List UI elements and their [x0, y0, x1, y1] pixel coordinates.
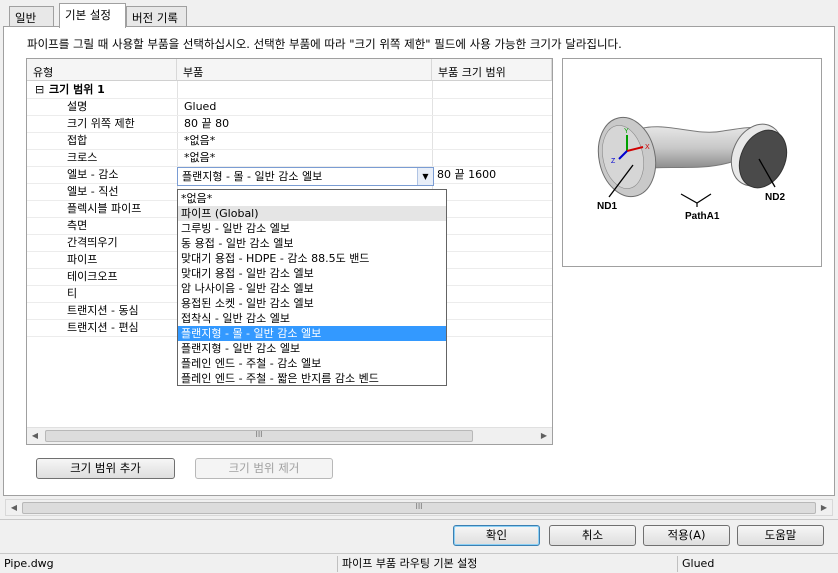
tab-basic-settings[interactable]: 기본 설정: [59, 3, 126, 28]
dropdown-option[interactable]: 플랜지형 - 몰 - 일반 감소 엘보: [178, 326, 446, 341]
table-row[interactable]: 크기 위쪽 제한 80 끝 80: [27, 116, 552, 133]
combobox-value: 플랜지형 - 몰 - 일반 감소 엘보: [182, 170, 323, 183]
row-range: [437, 252, 547, 268]
row-range: [437, 269, 547, 285]
path-label: PathA1: [685, 211, 720, 222]
ok-button[interactable]: 확인: [453, 525, 540, 546]
row-type: 트랜지션 - 동심: [67, 304, 139, 317]
row-range: [437, 286, 547, 302]
row-type: 접합: [67, 134, 88, 147]
dropdown-option[interactable]: 맞대기 용접 - 일반 감소 엘보: [178, 266, 446, 281]
row-type: 트랜지션 - 편심: [67, 321, 139, 334]
add-range-button[interactable]: 크기 범위 추가: [36, 458, 175, 479]
z-axis-label: Z: [611, 158, 616, 165]
dropdown-arrow-icon[interactable]: ▼: [417, 168, 433, 185]
row-type: 크로스: [67, 151, 98, 164]
part-preview-image: X Y Z ND1 ND2 PathA1: [562, 58, 822, 267]
tab-version-history[interactable]: 버전 기록: [126, 6, 187, 27]
row-type: 티: [67, 287, 78, 300]
row-range: [437, 201, 547, 217]
scroll-right-icon[interactable]: ▶: [536, 428, 552, 444]
dropdown-option[interactable]: 동 용접 - 일반 감소 엘보: [178, 236, 446, 251]
group-label: 크기 범위 1: [49, 83, 105, 96]
scroll-left-icon[interactable]: ◀: [27, 428, 43, 444]
row-part[interactable]: 80 끝 80: [184, 116, 424, 132]
status-value: Glued: [682, 557, 715, 570]
table-row[interactable]: 접합 *없음*: [27, 133, 552, 150]
dropdown-option[interactable]: *없음*: [178, 191, 446, 206]
row-type: 파이프: [67, 253, 98, 266]
dropdown-option[interactable]: 맞대기 용접 - HDPE - 감소 88.5도 밴드: [178, 251, 446, 266]
tab-general[interactable]: 일반: [9, 6, 54, 27]
status-bar: Pipe.dwg 파이프 부품 라우팅 기본 설정 Glued: [0, 553, 838, 573]
row-part[interactable]: Glued: [184, 99, 424, 115]
scroll-left-icon[interactable]: ◀: [6, 500, 22, 516]
column-header-type[interactable]: 유형: [27, 59, 177, 81]
collapse-toggle-icon[interactable]: ⊟: [35, 82, 47, 98]
y-axis-label: Y: [624, 128, 629, 135]
row-type: 테이크오프: [67, 270, 118, 283]
status-file: Pipe.dwg: [0, 556, 338, 572]
part-dropdown-list: *없음* 파이프 (Global) 그루빙 - 일반 감소 엘보 동 용접 - 일반 …: [177, 189, 447, 386]
pipe-fitting-illustration: X Y Z ND1 ND2 PathA1: [597, 116, 788, 222]
dropdown-option[interactable]: 플랜지형 - 일반 감소 엘보: [178, 341, 446, 356]
row-range: [437, 99, 547, 115]
row-range: [437, 320, 547, 336]
scroll-right-icon[interactable]: ▶: [816, 500, 832, 516]
row-type: 크기 위쪽 제한: [67, 117, 135, 130]
row-type: 엘보 - 직선: [67, 185, 119, 198]
scroll-thumb[interactable]: III: [45, 430, 473, 442]
dropdown-option[interactable]: 그루빙 - 일반 감소 엘보: [178, 221, 446, 236]
column-header-range[interactable]: 부품 크기 범위: [432, 59, 552, 81]
help-button[interactable]: 도움말: [737, 525, 824, 546]
row-type: 엘보 - 감소: [67, 168, 119, 181]
x-axis-label: X: [645, 144, 650, 151]
table-row[interactable]: 크로스 *없음*: [27, 150, 552, 167]
row-type: 플렉시블 파이프: [67, 202, 142, 215]
scroll-thumb[interactable]: III: [22, 502, 816, 514]
row-type: 측면: [67, 219, 88, 232]
dropdown-option[interactable]: 플레인 엔드 - 주철 - 짧은 반지름 감소 벤드: [178, 371, 446, 386]
remove-range-button[interactable]: 크기 범위 제거: [195, 458, 333, 479]
dropdown-option[interactable]: 파이프 (Global): [178, 206, 446, 221]
dropdown-option[interactable]: 용접된 소켓 - 일반 감소 엘보: [178, 296, 446, 311]
row-range: [437, 235, 547, 251]
dropdown-option[interactable]: 암 나사이음 - 일반 감소 엘보: [178, 281, 446, 296]
row-range: [437, 303, 547, 319]
nd1-label: ND1: [597, 201, 617, 212]
table-row[interactable]: 설명 Glued: [27, 99, 552, 116]
row-type: 설명: [67, 100, 88, 113]
cancel-button[interactable]: 취소: [549, 525, 636, 546]
grid-horizontal-scrollbar[interactable]: ◀ III ▶: [27, 427, 552, 444]
nd2-label: ND2: [765, 192, 785, 203]
dropdown-option[interactable]: 플레인 엔드 - 주철 - 감소 엘보: [178, 356, 446, 371]
row-range: [437, 184, 547, 200]
part-combobox[interactable]: 플랜지형 - 몰 - 일반 감소 엘보 ▼: [177, 167, 434, 186]
dialog-horizontal-scrollbar[interactable]: ◀ III ▶: [5, 499, 833, 516]
row-part[interactable]: *없음*: [184, 133, 424, 149]
row-range: [437, 116, 547, 132]
row-type: 간격띄우기: [67, 236, 118, 249]
separator: [0, 519, 838, 520]
column-header-part[interactable]: 부품: [177, 59, 432, 81]
status-title: 파이프 부품 라우팅 기본 설정: [338, 556, 678, 572]
row-part[interactable]: *없음*: [184, 150, 424, 166]
group-row[interactable]: ⊟ 크기 범위 1: [27, 82, 552, 99]
instruction-text: 파이프를 그릴 때 사용할 부품을 선택하십시오. 선택한 부품에 따라 "크기…: [27, 37, 622, 51]
dropdown-option[interactable]: 접착식 - 일반 감소 엘보: [178, 311, 446, 326]
apply-button[interactable]: 적용(A): [643, 525, 730, 546]
row-range: [437, 150, 547, 166]
row-range: 80 끝 1600: [437, 168, 497, 181]
row-range: [437, 218, 547, 234]
row-range: [437, 133, 547, 149]
